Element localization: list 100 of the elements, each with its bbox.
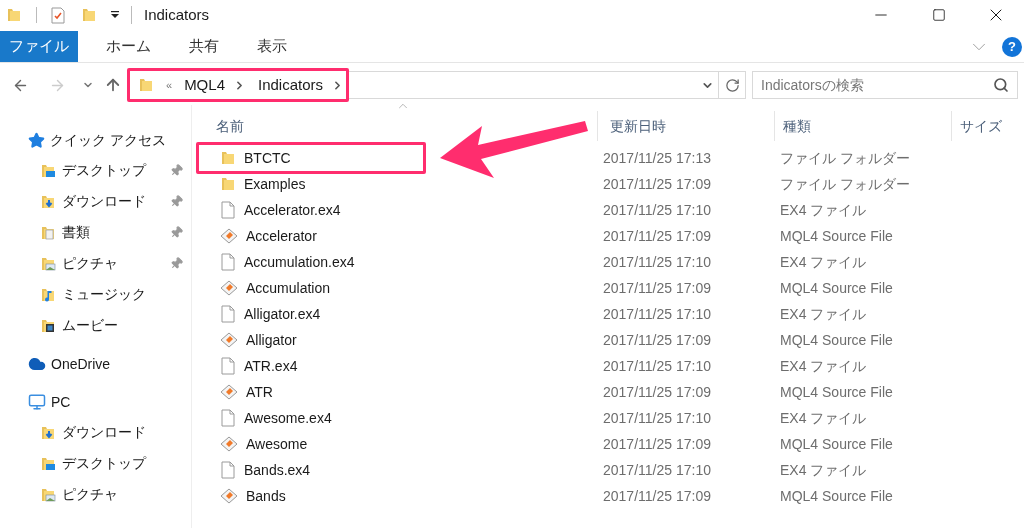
column-header[interactable]: 種類 xyxy=(774,111,951,141)
nav-item[interactable]: ピクチャ xyxy=(0,479,191,510)
modified-date: 2017/11/25 17:09 xyxy=(603,278,712,298)
ribbon-tab[interactable]: 表示 xyxy=(243,31,301,62)
file-row[interactable]: ATR 2017/11/25 17:09 MQL4 Source File xyxy=(192,379,1024,405)
modified-date: 2017/11/25 17:09 xyxy=(603,174,712,194)
file-type: ファイル フォルダー xyxy=(780,148,910,168)
modified-date: 2017/11/25 17:09 xyxy=(603,382,712,402)
file-name: ATR xyxy=(246,382,273,402)
maximize-icon[interactable] xyxy=(932,8,946,22)
nav-section[interactable]: OneDrive xyxy=(0,349,191,379)
file-type: MQL4 Source File xyxy=(780,434,893,454)
desktop-folder-icon xyxy=(40,162,56,179)
script-file-icon xyxy=(220,487,238,505)
file-type: MQL4 Source File xyxy=(780,330,893,350)
file-row[interactable]: Accumulation.ex4 2017/11/25 17:10 EX4 ファイル xyxy=(192,249,1024,275)
breadcrumb[interactable]: Indicators xyxy=(258,73,324,97)
nav-item[interactable]: デスクトップ xyxy=(0,155,191,186)
file-type: MQL4 Source File xyxy=(780,486,893,506)
file-row[interactable]: Accumulation 2017/11/25 17:09 MQL4 Source File xyxy=(192,275,1024,301)
documents-folder-icon xyxy=(40,224,56,241)
file-type: EX4 ファイル xyxy=(780,200,867,220)
file-type: EX4 ファイル xyxy=(780,356,867,376)
script-file-icon xyxy=(220,383,238,401)
nav-item[interactable]: ピクチャ xyxy=(0,248,191,279)
file-name: Accumulation.ex4 xyxy=(244,252,355,272)
nav-label: ピクチャ xyxy=(62,485,118,504)
nav-label: ムービー xyxy=(62,316,118,335)
file-name: Examples xyxy=(244,174,306,194)
document-icon xyxy=(220,253,236,271)
help-button[interactable]: ? xyxy=(1002,36,1022,57)
refresh-icon[interactable] xyxy=(724,77,740,93)
download-folder-icon xyxy=(40,193,56,210)
nav-item[interactable]: ムービー xyxy=(0,310,191,341)
dropdown-icon[interactable] xyxy=(111,11,119,19)
ribbon-tab[interactable]: ホーム xyxy=(92,31,165,62)
file-name: Accelerator.ex4 xyxy=(244,200,341,220)
nav-item[interactable]: デスクトップ xyxy=(0,448,191,479)
folder-icon xyxy=(220,176,236,192)
file-row[interactable]: Accelerator.ex4 2017/11/25 17:10 EX4 ファイル xyxy=(192,197,1024,223)
modified-date: 2017/11/25 17:09 xyxy=(603,434,712,454)
column-header[interactable]: 名前 xyxy=(192,111,597,141)
nav-section[interactable]: クイック アクセス xyxy=(0,125,191,155)
nav-item[interactable]: ダウンロード xyxy=(0,186,191,217)
search-input[interactable]: Indicatorsの検索 xyxy=(761,74,993,96)
nav-label: ミュージック xyxy=(62,285,146,304)
document-icon xyxy=(220,305,236,323)
computer-icon xyxy=(28,393,46,411)
nav-label: 書類 xyxy=(62,223,90,242)
ribbon-tab[interactable]: ファイル xyxy=(0,31,78,62)
nav-label: デスクトップ xyxy=(62,161,146,180)
script-file-icon xyxy=(220,227,238,245)
address-bar[interactable]: « MQL4 Indicators xyxy=(127,68,349,102)
up-icon[interactable] xyxy=(104,76,122,94)
file-row[interactable]: Awesome 2017/11/25 17:09 MQL4 Source File xyxy=(192,431,1024,457)
modified-date: 2017/11/25 17:09 xyxy=(603,226,712,246)
column-header[interactable]: サイズ xyxy=(951,111,1024,141)
search-icon[interactable] xyxy=(993,77,1009,93)
video-folder-icon xyxy=(40,317,56,334)
ribbon-tab[interactable]: 共有 xyxy=(175,31,233,62)
music-folder-icon xyxy=(40,286,56,303)
file-row[interactable]: Bands 2017/11/25 17:09 MQL4 Source File xyxy=(192,483,1024,509)
nav-label: デスクトップ xyxy=(62,454,146,473)
file-row[interactable]: Accelerator 2017/11/25 17:09 MQL4 Source File xyxy=(192,223,1024,249)
star-icon xyxy=(28,131,45,149)
file-row[interactable]: Awesome.ex4 2017/11/25 17:10 EX4 ファイル xyxy=(192,405,1024,431)
folder-icon xyxy=(6,7,22,23)
file-row[interactable]: ATR.ex4 2017/11/25 17:10 EX4 ファイル xyxy=(192,353,1024,379)
file-type: EX4 ファイル xyxy=(780,408,867,428)
desktop-folder-icon xyxy=(40,455,56,472)
nav-item[interactable]: ダウンロード xyxy=(0,417,191,448)
file-type: EX4 ファイル xyxy=(780,460,867,480)
file-type: MQL4 Source File xyxy=(780,278,893,298)
file-name: Awesome.ex4 xyxy=(244,408,332,428)
nav-item[interactable]: 書類 xyxy=(0,217,191,248)
modified-date: 2017/11/25 17:10 xyxy=(603,200,712,220)
document-icon xyxy=(220,409,236,427)
file-name: Accelerator xyxy=(246,226,317,246)
file-row[interactable]: Alligator 2017/11/25 17:09 MQL4 Source File xyxy=(192,327,1024,353)
file-row[interactable]: Bands.ex4 2017/11/25 17:10 EX4 ファイル xyxy=(192,457,1024,483)
file-type: MQL4 Source File xyxy=(780,226,893,246)
nav-label: ダウンロード xyxy=(62,423,146,442)
column-header[interactable]: 更新日時 xyxy=(597,111,774,141)
checklist-icon[interactable] xyxy=(51,6,65,24)
file-row[interactable]: BTCTC 2017/11/25 17:13 ファイル フォルダー xyxy=(192,145,1024,171)
overflow-chevron[interactable]: « xyxy=(166,76,173,94)
download-folder-icon xyxy=(40,424,56,441)
modified-date: 2017/11/25 17:10 xyxy=(603,304,712,324)
nav-section[interactable]: PC xyxy=(0,387,191,417)
file-row[interactable]: Examples 2017/11/25 17:09 ファイル フォルダー xyxy=(192,171,1024,197)
search-field[interactable]: Indicatorsの検索 xyxy=(752,71,1018,99)
modified-date: 2017/11/25 17:10 xyxy=(603,356,712,376)
modified-date: 2017/11/25 17:13 xyxy=(603,148,712,168)
file-name: Bands xyxy=(246,486,286,506)
nav-label: ダウンロード xyxy=(62,192,146,211)
nav-label: PC xyxy=(51,392,71,412)
file-row[interactable]: Alligator.ex4 2017/11/25 17:10 EX4 ファイル xyxy=(192,301,1024,327)
nav-item[interactable]: ミュージック xyxy=(0,279,191,310)
breadcrumb[interactable]: MQL4 xyxy=(184,73,225,97)
file-name: Alligator xyxy=(246,330,297,350)
